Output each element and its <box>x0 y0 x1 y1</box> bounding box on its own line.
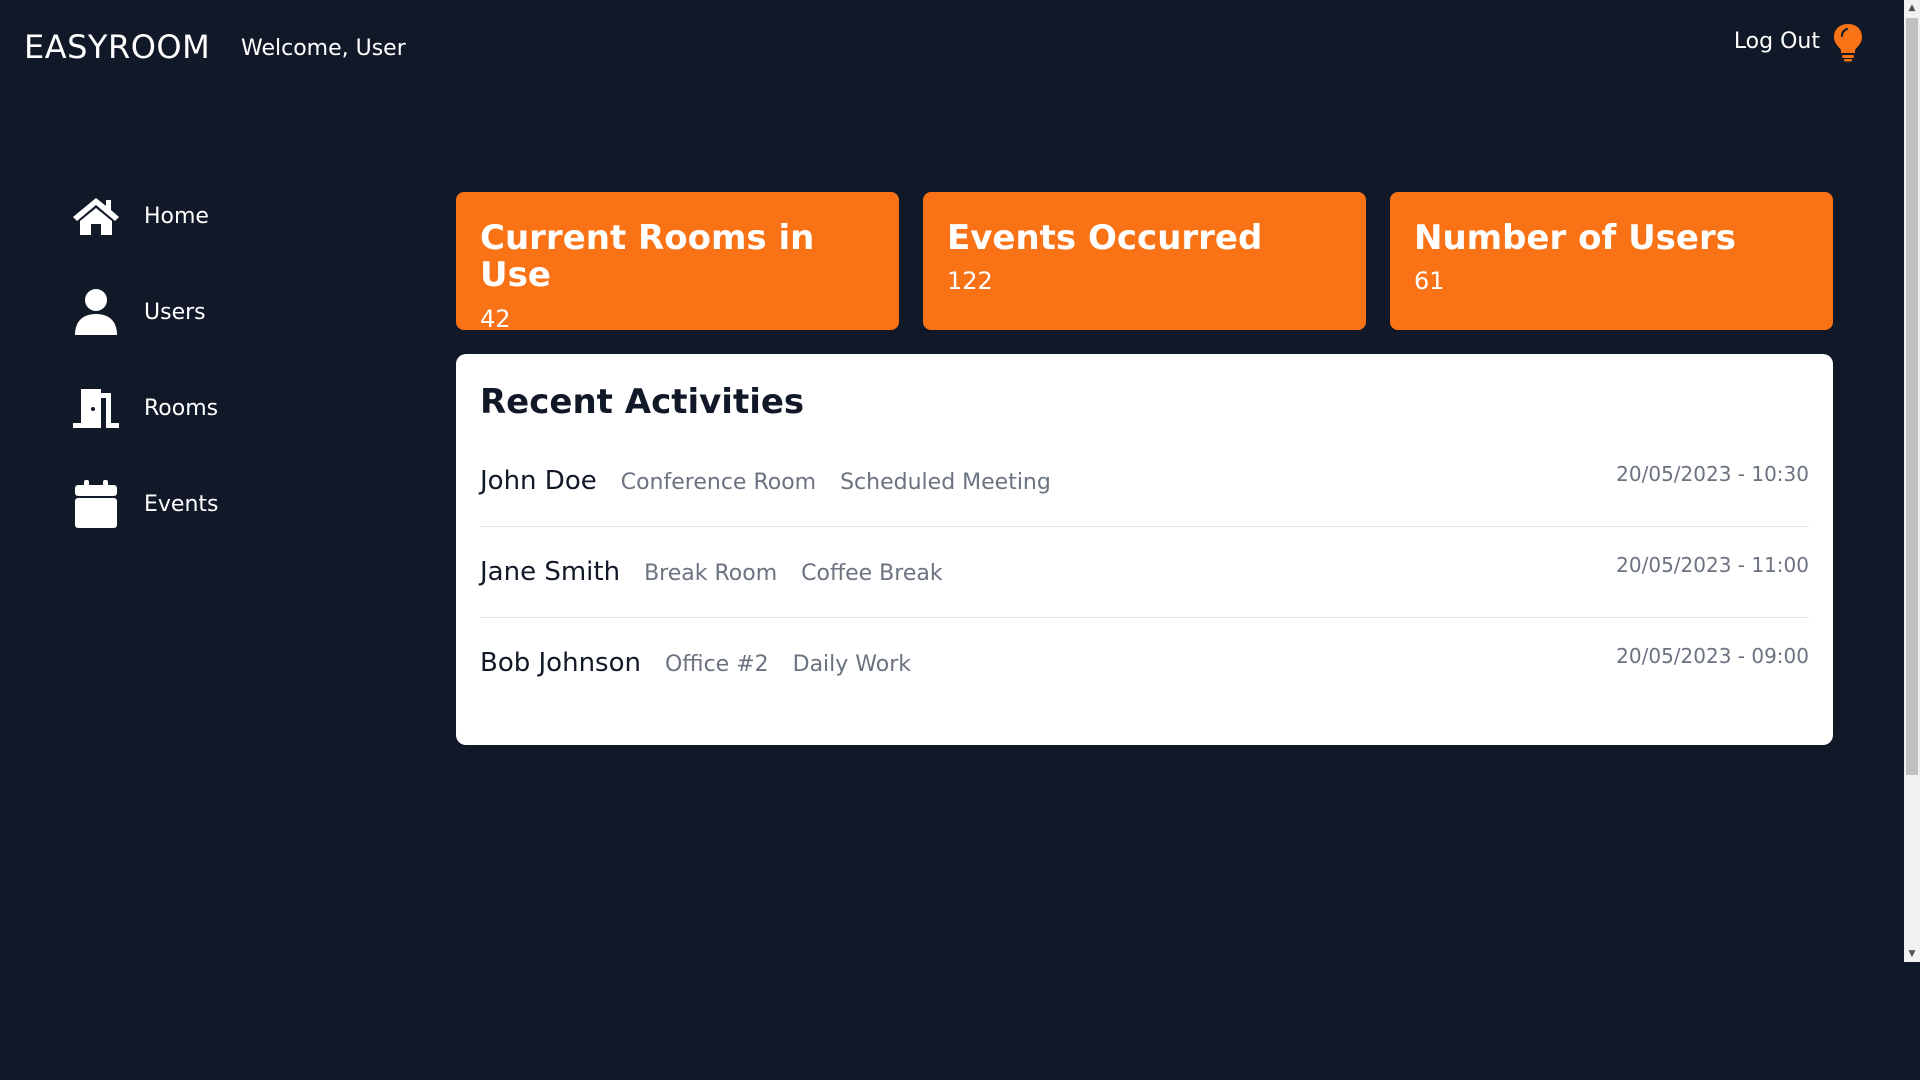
top-bar: EASYROOM Welcome, User Log Out <box>0 0 1904 100</box>
panel-title: Recent Activities <box>480 382 805 422</box>
activity-user: John Doe <box>480 466 597 496</box>
stat-value: 61 <box>1414 267 1445 296</box>
stat-value: 42 <box>480 304 511 333</box>
page: EASYROOM Welcome, User Log Out Home User… <box>0 0 1920 1080</box>
activity-timestamp: 20/05/2023 - 09:00 <box>1616 644 1809 668</box>
door-icon <box>70 382 122 434</box>
home-icon <box>70 190 122 242</box>
activity-type: Coffee Break <box>801 561 943 586</box>
user-icon <box>70 286 122 338</box>
scroll-up-arrow-icon[interactable]: ▲ <box>1904 0 1920 16</box>
list-item[interactable]: Bob Johnson Office #2 Daily Work 20/05/2… <box>480 618 1809 709</box>
stat-card-users: Number of Users 61 <box>1390 192 1833 330</box>
sidebar-item-home[interactable]: Home <box>70 186 370 246</box>
activity-timestamp: 20/05/2023 - 10:30 <box>1616 462 1809 486</box>
activity-timestamp: 20/05/2023 - 11:00 <box>1616 553 1809 577</box>
stat-title: Number of Users <box>1414 218 1736 258</box>
logout-button[interactable]: Log Out <box>1734 29 1820 54</box>
activity-room: Conference Room <box>620 470 817 495</box>
activity-user: Bob Johnson <box>480 648 641 678</box>
list-item[interactable]: Jane Smith Break Room Coffee Break 20/05… <box>480 527 1809 618</box>
calendar-icon <box>70 478 122 530</box>
vertical-scrollbar[interactable]: ▲ ▼ <box>1904 0 1920 962</box>
stat-card-rooms: Current Rooms in Use 42 <box>456 192 899 333</box>
stat-value: 122 <box>947 267 993 296</box>
sidebar-item-label: Home <box>144 203 209 229</box>
stat-title: Current Rooms in Use <box>480 218 815 296</box>
stat-card-events: Events Occurred 122 <box>923 192 1366 330</box>
scrollbar-thumb[interactable] <box>1906 18 1918 775</box>
activity-room: Office #2 <box>664 652 769 677</box>
sidebar-item-label: Users <box>144 299 206 325</box>
sidebar-item-label: Rooms <box>144 395 219 421</box>
activity-type: Daily Work <box>792 652 911 677</box>
activity-room: Break Room <box>644 561 778 586</box>
sidebar-item-events[interactable]: Events <box>70 474 370 534</box>
list-item[interactable]: John Doe Conference Room Scheduled Meeti… <box>480 436 1809 527</box>
welcome-text: Welcome, User <box>241 36 406 61</box>
lightbulb-icon[interactable] <box>1831 22 1865 62</box>
brand-logo[interactable]: EASYROOM <box>24 28 210 66</box>
sidebar-item-label: Events <box>144 491 219 517</box>
recent-activities-panel: Recent Activities John Doe Conference Ro… <box>456 354 1833 745</box>
sidebar-item-users[interactable]: Users <box>70 282 370 342</box>
activity-list: John Doe Conference Room Scheduled Meeti… <box>480 436 1809 709</box>
activity-user: Jane Smith <box>480 557 621 587</box>
sidebar-item-rooms[interactable]: Rooms <box>70 378 370 438</box>
scroll-down-arrow-icon[interactable]: ▼ <box>1904 946 1920 962</box>
activity-type: Scheduled Meeting <box>840 470 1051 495</box>
stat-title: Events Occurred <box>947 218 1263 258</box>
